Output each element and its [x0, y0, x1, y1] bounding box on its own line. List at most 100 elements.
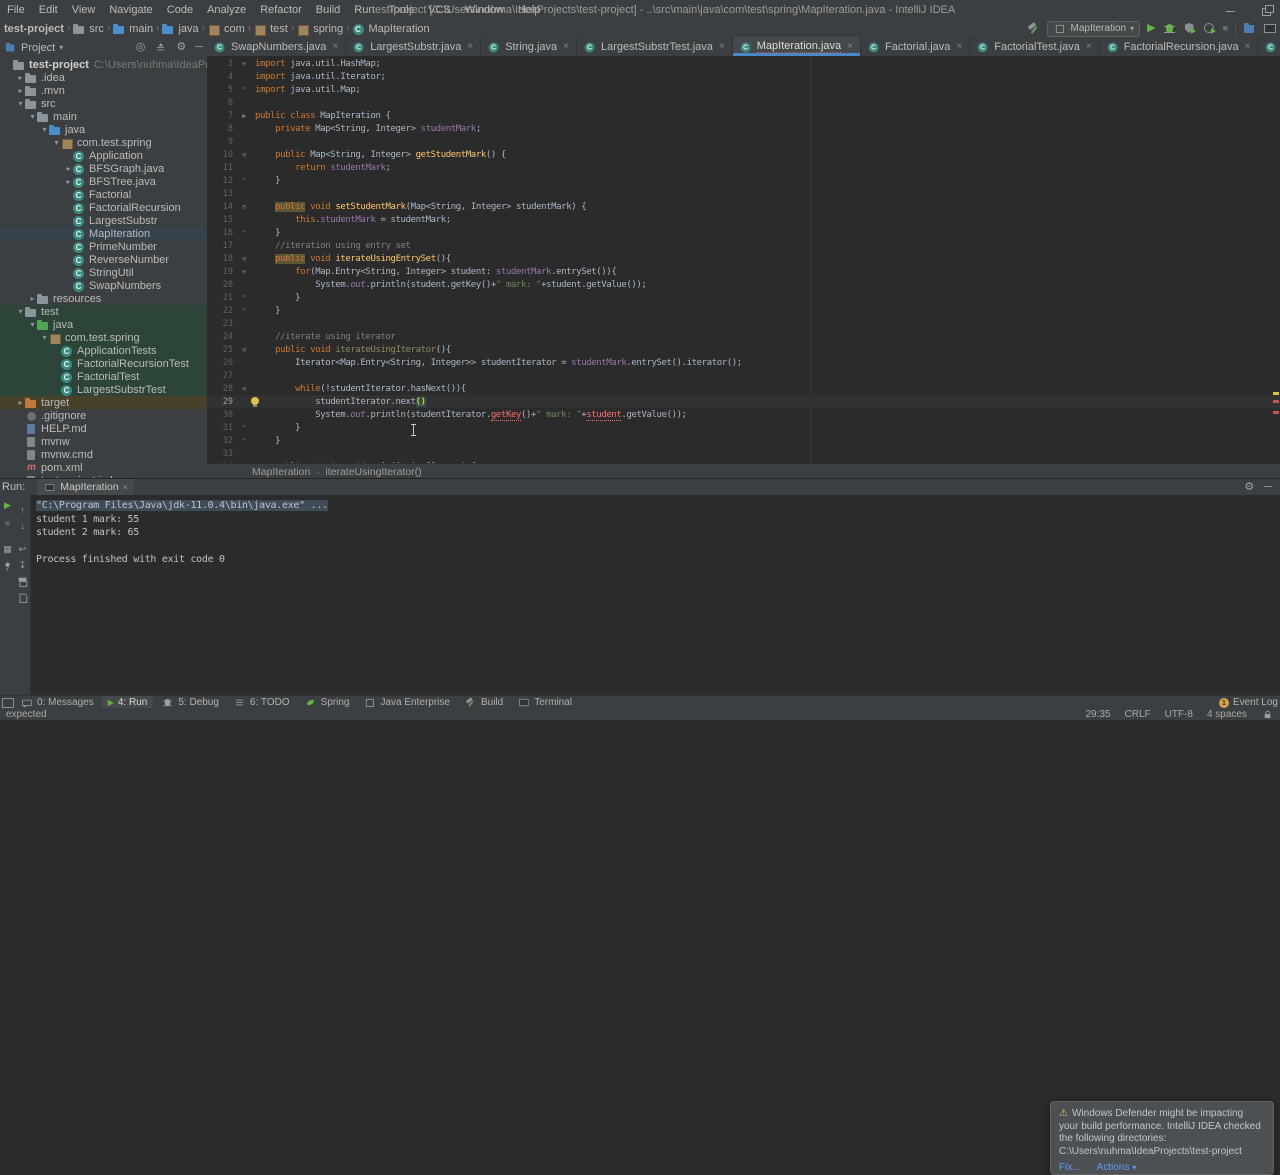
run-console-tab[interactable]: MapIteration × — [37, 479, 134, 495]
locate-icon[interactable]: ◎ — [136, 42, 146, 53]
chevron-right-icon[interactable]: ▸ — [16, 398, 25, 407]
menu-item-view[interactable]: View — [65, 0, 103, 20]
code-line-21[interactable]: 21 ⌃ } — [207, 291, 1280, 304]
fix-link[interactable]: Fix... — [1059, 1162, 1081, 1175]
scroll-to-end-icon[interactable]: ↧ — [16, 559, 29, 572]
chevron-down-icon[interactable]: ▾ — [28, 112, 37, 121]
code-line-15[interactable]: 15 this.studentMark = studentMark; — [207, 213, 1280, 226]
fold-marker[interactable]: ⌃ — [238, 177, 250, 185]
fold-marker[interactable]: ⊖ — [238, 346, 250, 354]
menu-item-edit[interactable]: Edit — [32, 0, 65, 20]
code-line-6[interactable]: 6 — [207, 96, 1280, 109]
code-line-11[interactable]: 11 return studentMark; — [207, 161, 1280, 174]
restore-button[interactable] — [1260, 4, 1274, 16]
tree-item-test[interactable]: ▾ test — [0, 305, 207, 318]
tree-item-mvnw-cmd[interactable]: mvnw.cmd — [0, 448, 207, 461]
code-line-14[interactable]: 14 ⊖ public void setStudentMark(Map<Strin… — [207, 200, 1280, 213]
tree-item-mvnw[interactable]: mvnw — [0, 435, 207, 448]
fold-marker[interactable]: ⌃ — [238, 424, 250, 432]
breadcrumb-item[interactable]: src — [73, 23, 104, 35]
intention-bulb-icon[interactable] — [251, 397, 259, 407]
close-icon[interactable]: × — [847, 41, 853, 52]
rerun-icon[interactable]: ▶ — [1, 499, 14, 512]
tree-item--idea[interactable]: ▸ .idea — [0, 71, 207, 84]
menu-item-refactor[interactable]: Refactor — [253, 0, 309, 20]
chevron-right-icon[interactable]: ▸ — [64, 177, 73, 186]
chevron-down-icon[interactable]: ▾ — [40, 125, 49, 134]
fold-marker[interactable]: ⌃ — [238, 229, 250, 237]
tree-item-target[interactable]: ▸ target — [0, 396, 207, 409]
chevron-right-icon[interactable]: ▸ — [16, 86, 25, 95]
gear-icon[interactable]: ⚙ — [176, 42, 186, 53]
collapse-all-icon[interactable] — [156, 42, 166, 52]
breadcrumb-item[interactable]: test-project — [4, 23, 64, 35]
lock-icon[interactable] — [1262, 709, 1272, 719]
chevron-down-icon[interactable]: ▾ — [16, 307, 25, 316]
tree-item-stringutil[interactable]: StringUtil — [0, 266, 207, 279]
editor-tab[interactable]: Factorial.java × — [861, 37, 971, 56]
run-console-output[interactable]: "C:\Program Files\Java\jdk-11.0.4\bin\ja… — [30, 495, 1280, 696]
close-icon[interactable]: × — [563, 41, 569, 52]
breadcrumb-item[interactable]: MapIteration — [352, 23, 430, 35]
code-line-31[interactable]: 31 ⌃ } — [207, 421, 1280, 434]
hide-panel-icon[interactable]: ─ — [1264, 481, 1272, 493]
tree-item-application[interactable]: Application — [0, 149, 207, 162]
code-line-22[interactable]: 22 ⌃ } — [207, 304, 1280, 317]
breadcrumb-item[interactable]: main — [113, 23, 153, 35]
breadcrumb-method[interactable]: iterateUsingIterator() — [325, 466, 421, 478]
project-panel-title[interactable]: Project — [21, 42, 55, 54]
close-icon[interactable]: × — [123, 482, 128, 492]
profiler-button[interactable] — [1203, 22, 1216, 35]
chevron-down-icon[interactable]: ▾ — [28, 320, 37, 329]
code-line-8[interactable]: 8 private Map<String, Integer> studentMa… — [207, 122, 1280, 135]
close-icon[interactable]: × — [467, 41, 473, 52]
run-line-icon[interactable]: ▶ — [238, 112, 250, 120]
fold-marker[interactable]: ⊖ — [238, 385, 250, 393]
tree-item-primenumber[interactable]: PrimeNumber — [0, 240, 207, 253]
code-line-28[interactable]: 28 ⊖ while(!studentIterator.hasNext()){ — [207, 382, 1280, 395]
tree-item-help-md[interactable]: HELP.md — [0, 422, 207, 435]
chevron-right-icon[interactable]: ▸ — [28, 294, 37, 303]
code-line-17[interactable]: 17 //iteration using entry set — [207, 239, 1280, 252]
close-icon[interactable]: × — [956, 41, 962, 52]
tree-item-java[interactable]: ▾ java — [0, 318, 207, 331]
code-line-29[interactable]: 29 studentIterator.next() — [207, 395, 1280, 408]
code-line-23[interactable]: 23 — [207, 317, 1280, 330]
code-line-13[interactable]: 13 — [207, 187, 1280, 200]
code-line-10[interactable]: 10 ⊖ public Map<String, Integer> getStude… — [207, 148, 1280, 161]
fold-marker[interactable]: ⊖ — [238, 203, 250, 211]
fold-marker[interactable]: ⌃ — [238, 294, 250, 302]
menu-item-analyze[interactable]: Analyze — [200, 0, 253, 20]
tree-item--mvn[interactable]: ▸ .mvn — [0, 84, 207, 97]
editor-tab[interactable]: FactorialRecursion.java × — [1100, 37, 1259, 56]
tree-item-factorialtest[interactable]: FactorialTest — [0, 370, 207, 383]
fold-marker[interactable]: ⌃ — [238, 86, 250, 94]
toolwindow-switcher-icon[interactable] — [2, 698, 14, 708]
tree-item-com-test-spring[interactable]: ▾ com.test.spring — [0, 331, 207, 344]
code-line-7[interactable]: 7 ▶ public class MapIteration { — [207, 109, 1280, 122]
stop-button[interactable]: ■ — [1223, 24, 1228, 33]
actions-link[interactable]: Actions ▾ — [1097, 1162, 1137, 1175]
menu-item-code[interactable]: Code — [160, 0, 200, 20]
run-button[interactable]: ▶ — [1147, 23, 1155, 34]
minimize-button[interactable] — [1224, 4, 1238, 16]
chevron-right-icon[interactable]: ▸ — [64, 164, 73, 173]
code-editor[interactable]: 3 ⊖ import java.util.HashMap; 4 import java.… — [207, 56, 1280, 463]
run-config-select[interactable]: MapIteration ▾ — [1047, 20, 1141, 37]
stop-icon[interactable]: ■ — [1, 516, 14, 529]
caret-position[interactable]: 29:35 — [1085, 709, 1110, 720]
close-icon[interactable]: × — [719, 41, 725, 52]
fold-marker[interactable]: ⊖ — [238, 268, 250, 276]
code-line-12[interactable]: 12 ⌃ } — [207, 174, 1280, 187]
fold-marker[interactable]: ⌃ — [238, 437, 250, 445]
code-line-3[interactable]: 3 ⊖ import java.util.HashMap; — [207, 57, 1280, 70]
code-line-33[interactable]: 33 — [207, 447, 1280, 460]
editor-tab[interactable]: String.java × — [481, 37, 578, 56]
coverage-button[interactable] — [1183, 22, 1196, 35]
code-line-18[interactable]: 18 ⊖ public void iterateUsingEntrySet(){ — [207, 252, 1280, 265]
print-icon[interactable] — [17, 576, 28, 588]
menu-item-file[interactable]: File — [0, 0, 32, 20]
file-encoding[interactable]: UTF-8 — [1165, 709, 1193, 720]
close-icon[interactable]: × — [332, 41, 338, 52]
tree-item-pom-xml[interactable]: pom.xml — [0, 461, 207, 474]
